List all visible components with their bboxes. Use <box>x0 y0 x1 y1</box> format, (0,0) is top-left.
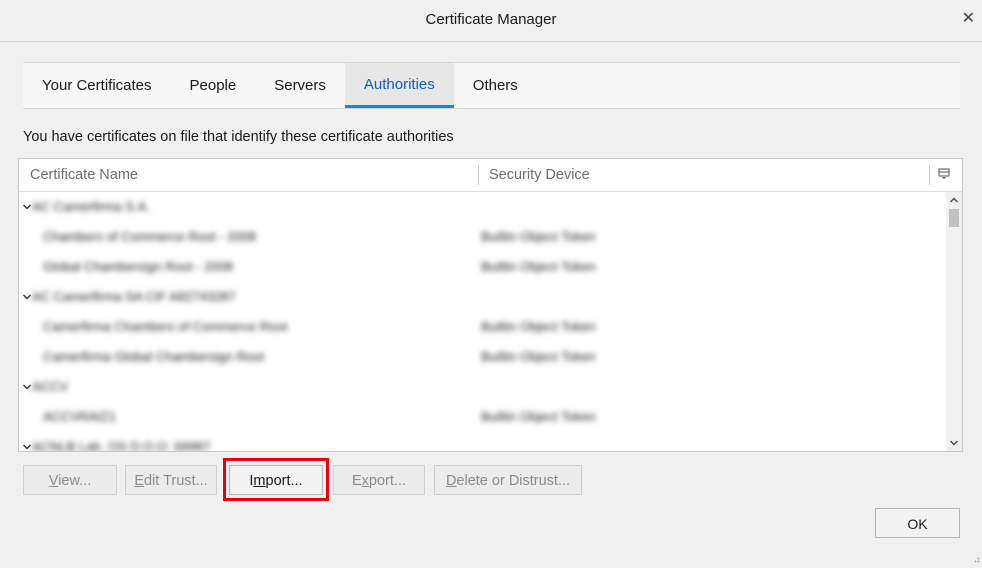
column-splitter[interactable] <box>929 165 930 185</box>
scroll-up-icon[interactable] <box>946 192 962 208</box>
description-text: You have certificates on file that ident… <box>23 129 454 145</box>
tree-group-row[interactable]: AC Camerfirma SA CIF A82743287 <box>19 282 945 312</box>
tree-rows: AC Camerfirma S.A. Chambers of Commerce R… <box>19 192 945 452</box>
security-device: Builtin Object Token <box>481 349 596 364</box>
view-button[interactable]: View... <box>23 465 117 495</box>
column-picker-icon[interactable] <box>938 168 950 180</box>
button-label: E <box>352 473 362 489</box>
button-label: elete or Distrust... <box>456 473 571 489</box>
table-row[interactable]: Global Chambersign Root - 2008 Builtin Ob… <box>19 252 945 282</box>
tree-group-row[interactable]: ACNLB Lab. OS D.O.O. 69987 <box>19 432 945 452</box>
tree-header: Certificate Name Security Device <box>19 159 962 192</box>
table-row[interactable]: Camerfirma Chambers of Commerce Root Buil… <box>19 312 945 342</box>
tree-group-row[interactable]: ACCV <box>19 372 945 402</box>
twisty-expanded-icon[interactable] <box>22 380 32 390</box>
certificate-name: AC Camerfirma S.A. <box>32 199 150 214</box>
certificate-name: Camerfirma Chambers of Commerce Root <box>43 319 288 334</box>
table-row[interactable]: Chambers of Commerce Root - 2008 Builtin … <box>19 222 945 252</box>
column-header-certificate-name[interactable]: Certificate Name <box>30 167 138 183</box>
certificate-name: Global Chambersign Root - 2008 <box>43 259 234 274</box>
scroll-down-icon[interactable] <box>946 435 962 451</box>
close-icon[interactable]: ✕ <box>962 10 975 28</box>
twisty-expanded-icon[interactable] <box>22 290 32 300</box>
button-label: D <box>445 473 457 489</box>
tab-others[interactable]: Others <box>454 63 537 108</box>
certificate-tree[interactable]: Certificate Name Security Device AC Came… <box>18 158 963 452</box>
export-button[interactable]: Export... <box>333 465 425 495</box>
button-label: V <box>48 473 59 489</box>
tab-bar: Your Certificates People Servers Authori… <box>23 62 960 109</box>
button-label: iew... <box>58 473 92 489</box>
column-splitter[interactable] <box>478 165 479 185</box>
tab-authorities[interactable]: Authorities <box>344 63 454 108</box>
certificate-name: AC Camerfirma SA CIF A82743287 <box>32 289 236 304</box>
certificate-name: Chambers of Commerce Root - 2008 <box>43 229 257 244</box>
button-label: port... <box>368 473 406 489</box>
button-label: E <box>134 473 144 489</box>
tab-people[interactable]: People <box>171 63 256 108</box>
button-label: dit Trust... <box>144 473 208 489</box>
tab-your-certificates[interactable]: Your Certificates <box>23 63 171 108</box>
certificate-name: ACNLB Lab. OS D.O.O. 69987 <box>32 439 211 452</box>
security-device: Builtin Object Token <box>481 229 596 244</box>
certificate-name: ACCV <box>32 379 69 394</box>
resize-grip-icon[interactable] <box>972 550 980 563</box>
window-title: Certificate Manager <box>425 11 557 28</box>
twisty-expanded-icon[interactable] <box>22 200 32 210</box>
certificate-name: ACCVRAIZ1 <box>43 409 116 424</box>
vertical-scrollbar[interactable] <box>946 192 962 451</box>
button-label: x <box>361 473 369 489</box>
table-row[interactable]: ACCVRAIZ1 Builtin Object Token <box>19 402 945 432</box>
delete-or-distrust-button[interactable]: Delete or Distrust... <box>434 465 582 495</box>
security-device: Builtin Object Token <box>481 259 596 274</box>
security-device: Builtin Object Token <box>481 409 596 424</box>
title-bar: Certificate Manager ✕ <box>0 0 982 42</box>
column-header-security-device[interactable]: Security Device <box>489 167 590 183</box>
edit-trust-button[interactable]: Edit Trust... <box>125 465 217 495</box>
twisty-expanded-icon[interactable] <box>22 440 32 450</box>
ok-button[interactable]: OK <box>875 508 960 538</box>
tree-group-row[interactable]: AC Camerfirma S.A. <box>19 192 945 222</box>
tab-servers[interactable]: Servers <box>255 63 345 108</box>
table-row[interactable]: Camerfirma Global Chambersign Root Builti… <box>19 342 945 372</box>
import-highlight-box <box>223 458 329 501</box>
certificate-name: Camerfirma Global Chambersign Root <box>43 349 265 364</box>
scrollbar-thumb[interactable] <box>949 209 959 227</box>
security-device: Builtin Object Token <box>481 319 596 334</box>
